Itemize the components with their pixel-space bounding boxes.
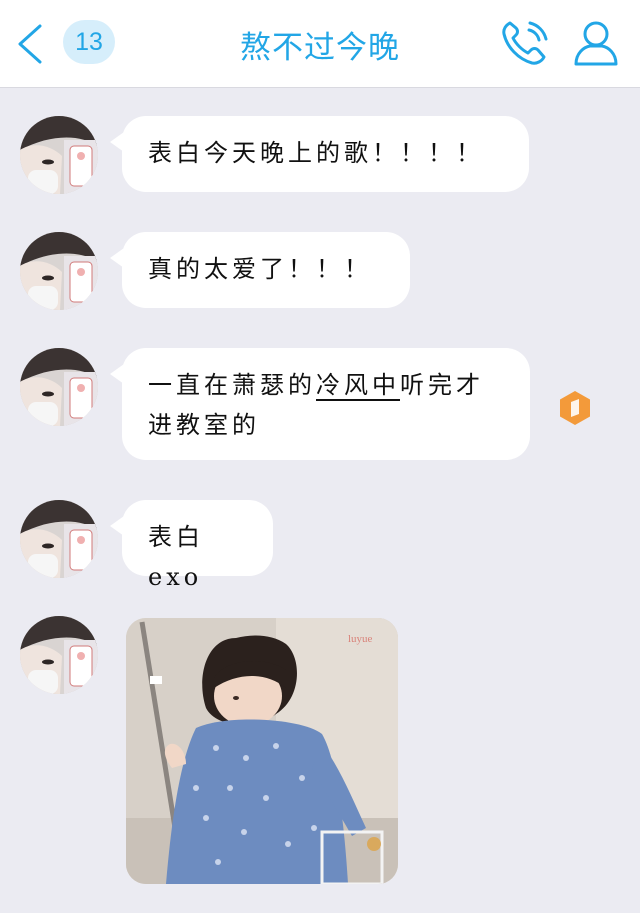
- message-bubble[interactable]: 真的太爱了！！！: [110, 232, 410, 308]
- sender-avatar[interactable]: [20, 616, 98, 694]
- sender-avatar[interactable]: [20, 500, 98, 578]
- message-bubble[interactable]: 表白exo: [110, 500, 273, 591]
- message-text: 一直在萧瑟的: [148, 371, 316, 399]
- message-bubble[interactable]: 表白今天晚上的歌！！！！: [110, 116, 529, 192]
- chat-header: 13 熬不过今晚: [0, 0, 640, 88]
- orange-hexagon-icon[interactable]: [557, 390, 593, 426]
- image-watermark: luyue: [348, 633, 373, 645]
- sender-avatar[interactable]: [20, 116, 98, 194]
- message-link[interactable]: 冷风中: [316, 371, 400, 399]
- message-bubble[interactable]: 一直在萧瑟的冷风中听完才进教室的: [110, 348, 530, 460]
- phone-icon[interactable]: [498, 17, 552, 69]
- image-message[interactable]: luyue: [126, 618, 398, 884]
- profile-icon[interactable]: [572, 19, 620, 67]
- sender-avatar[interactable]: [20, 348, 98, 426]
- sender-avatar[interactable]: [20, 232, 98, 310]
